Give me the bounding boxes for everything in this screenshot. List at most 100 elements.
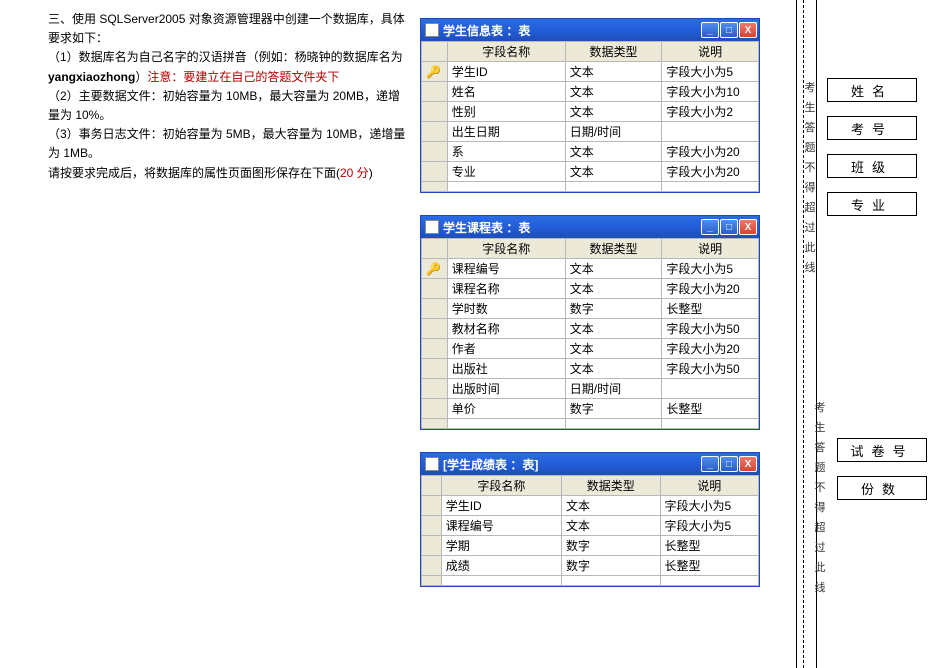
field-name-cell[interactable]: 出版时间 [447,379,565,399]
field-name-cell[interactable]: 出生日期 [447,122,565,142]
field-name-cell[interactable]: 学生ID [441,496,561,516]
field-type-cell[interactable]: 文本 [562,516,660,536]
maximize-button[interactable]: □ [720,456,738,472]
table-row[interactable]: 单价数字长整型 [422,399,759,419]
field-type-cell[interactable]: 文本 [562,496,660,516]
field-type-cell[interactable]: 文本 [565,359,662,379]
field-name-cell[interactable]: 教材名称 [447,319,565,339]
field-desc-cell[interactable]: 字段大小为2 [662,102,759,122]
field-desc-cell[interactable] [662,122,759,142]
field-name-cell[interactable]: 学时数 [447,299,565,319]
empty-row[interactable] [422,419,759,429]
row-selector[interactable]: 🔑 [422,62,448,82]
field-desc-cell[interactable]: 字段大小为20 [662,279,759,299]
table-row[interactable]: 出生日期日期/时间 [422,122,759,142]
row-selector[interactable] [422,122,448,142]
field-name-cell[interactable]: 出版社 [447,359,565,379]
field-name-cell[interactable]: 学生ID [447,62,565,82]
field-type-cell[interactable]: 日期/时间 [565,379,662,399]
field-desc-cell[interactable]: 长整型 [662,299,759,319]
field-type-cell[interactable]: 日期/时间 [565,122,662,142]
row-selector[interactable] [422,556,442,576]
minimize-button[interactable]: _ [701,456,719,472]
row-selector[interactable] [422,82,448,102]
table-row[interactable]: 姓名文本字段大小为10 [422,82,759,102]
close-button[interactable]: X [739,22,757,38]
table-row[interactable]: 出版社文本字段大小为50 [422,359,759,379]
maximize-button[interactable]: □ [720,22,738,38]
table-row[interactable]: 🔑学生ID文本字段大小为5 [422,62,759,82]
field-type-cell[interactable]: 文本 [565,259,662,279]
close-button[interactable]: X [739,219,757,235]
row-selector[interactable]: 🔑 [422,259,448,279]
table-row[interactable]: 成绩数字长整型 [422,556,759,576]
field-type-cell[interactable]: 数字 [562,536,660,556]
field-desc-cell[interactable]: 长整型 [660,536,759,556]
field-desc-cell[interactable]: 长整型 [660,556,759,576]
field-type-cell[interactable]: 文本 [565,82,662,102]
close-button[interactable]: X [739,456,757,472]
table-row[interactable]: 教材名称文本字段大小为50 [422,319,759,339]
table-row[interactable]: 🔑课程编号文本字段大小为5 [422,259,759,279]
maximize-button[interactable]: □ [720,219,738,235]
field-name-cell[interactable]: 单价 [447,399,565,419]
window-titlebar[interactable]: 学生信息表 ：表_□X [421,19,759,41]
field-desc-cell[interactable]: 字段大小为5 [662,259,759,279]
row-selector[interactable] [422,319,448,339]
window-titlebar[interactable]: [学生成绩表 ：表]_□X [421,453,759,475]
field-type-cell[interactable]: 数字 [565,299,662,319]
empty-row[interactable] [422,576,759,586]
table-row[interactable]: 学时数数字长整型 [422,299,759,319]
row-selector[interactable] [422,536,442,556]
field-desc-cell[interactable]: 字段大小为50 [662,359,759,379]
row-selector[interactable] [422,162,448,182]
row-selector[interactable] [422,142,448,162]
field-desc-cell[interactable]: 字段大小为10 [662,82,759,102]
field-desc-cell[interactable]: 长整型 [662,399,759,419]
field-type-cell[interactable]: 文本 [565,62,662,82]
field-name-cell[interactable]: 姓名 [447,82,565,102]
table-row[interactable]: 出版时间日期/时间 [422,379,759,399]
field-type-cell[interactable]: 数字 [562,556,660,576]
field-name-cell[interactable]: 课程编号 [441,516,561,536]
field-type-cell[interactable]: 文本 [565,162,662,182]
field-type-cell[interactable]: 文本 [565,102,662,122]
field-desc-cell[interactable] [662,379,759,399]
row-selector[interactable] [422,399,448,419]
field-type-cell[interactable]: 文本 [565,319,662,339]
table-row[interactable]: 课程名称文本字段大小为20 [422,279,759,299]
row-selector[interactable] [422,379,448,399]
row-selector[interactable] [422,516,442,536]
table-row[interactable]: 课程编号文本字段大小为5 [422,516,759,536]
field-name-cell[interactable]: 学期 [441,536,561,556]
field-desc-cell[interactable]: 字段大小为20 [662,142,759,162]
table-row[interactable]: 系文本字段大小为20 [422,142,759,162]
row-selector[interactable] [422,102,448,122]
field-type-cell[interactable]: 数字 [565,399,662,419]
table-row[interactable]: 学生ID文本字段大小为5 [422,496,759,516]
field-table[interactable]: 字段名称数据类型说明🔑课程编号文本字段大小为5课程名称文本字段大小为20学时数数… [421,238,759,429]
table-row[interactable]: 专业文本字段大小为20 [422,162,759,182]
field-type-cell[interactable]: 文本 [565,279,662,299]
field-type-cell[interactable]: 文本 [565,142,662,162]
row-selector[interactable] [422,496,442,516]
field-desc-cell[interactable]: 字段大小为20 [662,339,759,359]
field-name-cell[interactable]: 专业 [447,162,565,182]
field-name-cell[interactable]: 作者 [447,339,565,359]
field-desc-cell[interactable]: 字段大小为50 [662,319,759,339]
row-selector[interactable] [422,299,448,319]
table-row[interactable]: 作者文本字段大小为20 [422,339,759,359]
field-table[interactable]: 字段名称数据类型说明学生ID文本字段大小为5课程编号文本字段大小为5学期数字长整… [421,475,759,586]
field-table[interactable]: 字段名称数据类型说明🔑学生ID文本字段大小为5姓名文本字段大小为10性别文本字段… [421,41,759,192]
field-name-cell[interactable]: 成绩 [441,556,561,576]
minimize-button[interactable]: _ [701,22,719,38]
field-name-cell[interactable]: 课程编号 [447,259,565,279]
field-name-cell[interactable]: 系 [447,142,565,162]
field-desc-cell[interactable]: 字段大小为5 [660,496,759,516]
row-selector[interactable] [422,339,448,359]
row-selector[interactable] [422,279,448,299]
field-desc-cell[interactable]: 字段大小为5 [662,62,759,82]
minimize-button[interactable]: _ [701,219,719,235]
field-name-cell[interactable]: 性别 [447,102,565,122]
field-desc-cell[interactable]: 字段大小为20 [662,162,759,182]
